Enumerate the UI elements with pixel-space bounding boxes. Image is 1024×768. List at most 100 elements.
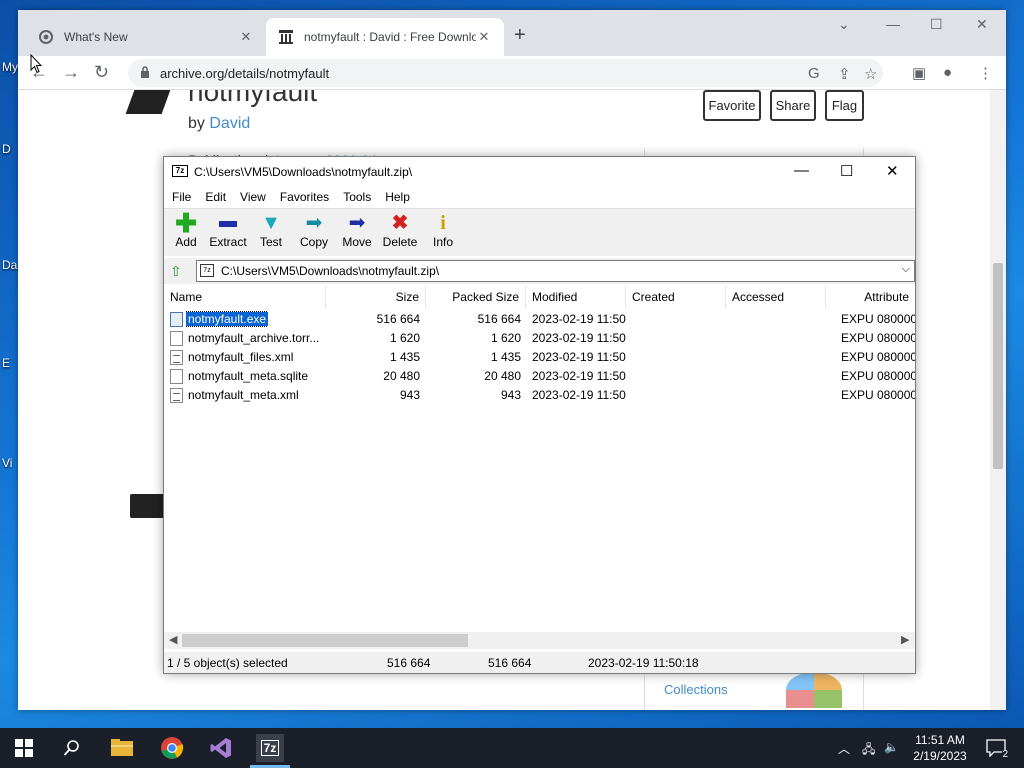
- test-label: Test: [259, 235, 282, 249]
- folder-up-icon[interactable]: ⇧: [170, 263, 182, 280]
- tab-notmyfault[interactable]: notmyfault : David : Free Downlo ✕: [266, 18, 504, 56]
- chevron-up-icon[interactable]: ︿: [838, 740, 850, 757]
- scrollbar-thumb[interactable]: [182, 634, 468, 647]
- table-row[interactable]: notmyfault_files.xml 1 435 1 435 2023-02…: [164, 348, 915, 367]
- archive-org-icon: [278, 29, 294, 45]
- share-button[interactable]: Share: [770, 90, 816, 121]
- file-attributes: EXPU 0800000: [841, 312, 915, 326]
- menu-view[interactable]: View: [240, 187, 266, 207]
- move-button[interactable]: ➡ Move: [335, 211, 379, 249]
- chrome-menu-icon[interactable]: ⋮: [978, 64, 993, 82]
- file-packed-size: 943: [500, 388, 521, 402]
- copy-button[interactable]: ➡ Copy: [292, 211, 336, 249]
- table-row[interactable]: notmyfault_archive.torr... 1 620 1 620 2…: [164, 329, 915, 348]
- scroll-right-icon[interactable]: ▶: [901, 633, 909, 646]
- tab-whats-new[interactable]: What's New ✕: [26, 18, 266, 56]
- maximize-icon[interactable]: ☐: [930, 16, 943, 33]
- desktop-icon-label[interactable]: Da: [2, 258, 17, 272]
- file-size: 20 480: [383, 369, 420, 383]
- bookmark-star-icon[interactable]: ☆: [864, 65, 877, 83]
- side-panel-icon[interactable]: ▣: [912, 64, 926, 82]
- column-header-name[interactable]: Name: [164, 286, 326, 308]
- test-button[interactable]: ▼ Test: [249, 211, 293, 249]
- zip-archive-icon: 7z: [200, 264, 214, 277]
- minimize-icon[interactable]: —: [794, 162, 809, 179]
- scrollbar-thumb[interactable]: [993, 263, 1003, 469]
- file-size: 1 435: [389, 350, 420, 364]
- profile-avatar-icon[interactable]: ●: [943, 64, 952, 81]
- window-title: C:\Users\VM5\Downloads\notmyfault.zip\: [194, 165, 413, 179]
- flag-button[interactable]: Flag: [825, 90, 864, 121]
- desktop-icon-label[interactable]: D: [2, 142, 11, 156]
- extract-button[interactable]: Extract: [206, 211, 250, 249]
- new-tab-icon[interactable]: +: [514, 24, 526, 47]
- column-header-accessed[interactable]: Accessed: [726, 286, 826, 308]
- file-size: 1 620: [389, 331, 420, 345]
- chevron-down-icon[interactable]: ⌵: [902, 263, 910, 276]
- collection-thumbnail[interactable]: [786, 672, 842, 708]
- desktop-icon-label[interactable]: My: [2, 60, 18, 74]
- menu-help[interactable]: Help: [385, 187, 410, 207]
- extract-label: Extract: [209, 235, 247, 249]
- clock-date: 2/19/2023: [913, 749, 967, 763]
- search-icon[interactable]: [58, 734, 86, 762]
- share-icon[interactable]: ⇪: [838, 65, 851, 83]
- close-window-icon[interactable]: ✕: [976, 16, 988, 33]
- column-header-modified[interactable]: Modified: [526, 286, 626, 308]
- close-tab-icon[interactable]: ✕: [476, 29, 492, 45]
- archive-path-field[interactable]: 7z C:\Users\VM5\Downloads\notmyfault.zip…: [196, 260, 915, 282]
- notification-count: 2: [1002, 749, 1008, 760]
- scroll-left-icon[interactable]: ◀: [169, 633, 177, 646]
- column-header-packed-size[interactable]: Packed Size: [426, 286, 526, 308]
- add-button[interactable]: ✚ Add: [164, 210, 208, 249]
- address-bar[interactable]: archive.org/details/notmyfault G ⇪ ☆: [128, 59, 883, 87]
- favorite-button[interactable]: Favorite: [703, 90, 761, 121]
- collections-link[interactable]: Collections: [664, 682, 728, 697]
- menu-favorites[interactable]: Favorites: [280, 187, 329, 207]
- status-modified: 2023-02-19 11:50:18: [588, 656, 699, 670]
- info-button[interactable]: i Info: [421, 211, 465, 249]
- address-row: ⇧ 7z C:\Users\VM5\Downloads\notmyfault.z…: [164, 258, 915, 284]
- start-icon[interactable]: [10, 734, 38, 762]
- page-scrollbar[interactable]: [990, 90, 1006, 710]
- volume-icon[interactable]: 🔈: [884, 740, 899, 754]
- taskbar: 7z ︿ 🖧 🔈 11:51 AM 2/19/2023 2: [0, 728, 1024, 768]
- delete-button[interactable]: ✖ Delete: [378, 211, 422, 249]
- chrome-icon[interactable]: [158, 734, 186, 762]
- google-lens-icon[interactable]: G: [808, 65, 820, 82]
- clock[interactable]: 11:51 AM 2/19/2023: [908, 732, 972, 764]
- file-explorer-icon[interactable]: [108, 734, 136, 762]
- close-window-icon[interactable]: ✕: [886, 162, 899, 180]
- mouse-cursor-icon: [30, 53, 43, 77]
- minimize-icon[interactable]: —: [886, 16, 900, 32]
- close-tab-icon[interactable]: ✕: [238, 29, 254, 45]
- xml-file-icon: [170, 388, 183, 403]
- desktop-icon-label[interactable]: Vi: [2, 456, 12, 470]
- menu-file[interactable]: File: [172, 187, 191, 207]
- horizontal-scrollbar[interactable]: ◀ ▶: [164, 632, 915, 649]
- maximize-icon[interactable]: ☐: [840, 162, 853, 180]
- forward-icon[interactable]: →: [62, 62, 80, 83]
- network-icon[interactable]: 🖧: [862, 740, 875, 761]
- column-header-attributes[interactable]: Attribute: [826, 286, 915, 308]
- menu-tools[interactable]: Tools: [343, 187, 371, 207]
- tab-title: What's New: [64, 30, 128, 44]
- lock-icon[interactable]: [140, 66, 150, 81]
- table-row[interactable]: notmyfault.exe 516 664 516 664 2023-02-1…: [164, 310, 915, 329]
- table-row[interactable]: notmyfault_meta.xml 943 943 2023-02-19 1…: [164, 386, 915, 405]
- visual-studio-icon[interactable]: [207, 734, 235, 762]
- reload-icon[interactable]: ↻: [94, 62, 109, 83]
- column-header-created[interactable]: Created: [626, 286, 726, 308]
- tab-search-icon[interactable]: ⌄: [838, 16, 850, 33]
- desktop-icon-label[interactable]: E: [2, 356, 10, 370]
- table-row[interactable]: notmyfault_meta.sqlite 20 480 20 480 202…: [164, 367, 915, 386]
- menu-edit[interactable]: Edit: [205, 187, 226, 207]
- notifications-icon[interactable]: 2: [982, 734, 1010, 762]
- 7zip-titlebar[interactable]: 7z C:\Users\VM5\Downloads\notmyfault.zip…: [164, 157, 915, 187]
- menu-bar: File Edit View Favorites Tools Help: [164, 187, 915, 207]
- 7zip-icon[interactable]: 7z: [256, 734, 284, 762]
- file-size: 516 664: [376, 312, 420, 326]
- file-packed-size: 1 435: [490, 350, 521, 364]
- column-header-size[interactable]: Size: [326, 286, 426, 308]
- author-link[interactable]: David: [209, 115, 250, 132]
